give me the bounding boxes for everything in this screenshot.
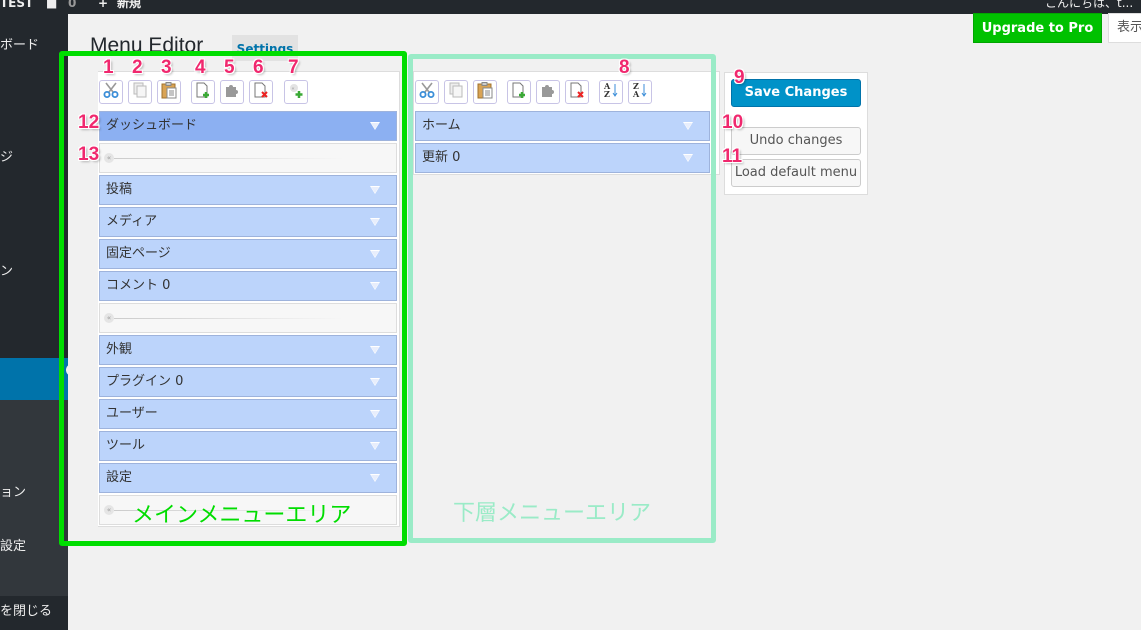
annotation-10: 10 xyxy=(722,112,744,133)
admin-bar: TEST ■ 0 + 新規 こんにちは、t... xyxy=(0,0,1141,14)
upgrade-to-pro-button[interactable]: Upgrade to Pro xyxy=(973,13,1102,43)
undo-changes-button[interactable]: Undo changes xyxy=(731,127,861,155)
load-default-menu-button[interactable]: Load default menu xyxy=(731,159,861,187)
site-name-link[interactable]: TEST xyxy=(0,0,33,11)
admin-sidebar: ボード ジ ン ョン 設定 を閉じる xyxy=(0,14,68,630)
greeting-link[interactable]: こんにちは、t... xyxy=(1045,0,1133,11)
new-link[interactable]: 新規 xyxy=(117,0,141,11)
sidebar-item-label: ジ xyxy=(0,150,14,165)
sidebar-item-label: を閉じる xyxy=(0,604,53,619)
annotation-6: 6 xyxy=(253,57,264,78)
new-icon[interactable]: + xyxy=(98,0,108,11)
sub-area-label: 下層メニューエリア xyxy=(453,501,652,526)
annotation-9: 9 xyxy=(734,67,745,88)
annotation-3: 3 xyxy=(161,57,172,78)
annotation-7: 7 xyxy=(288,57,299,78)
annotation-12: 12 xyxy=(78,112,100,133)
sidebar-item-label: ョン xyxy=(0,485,27,500)
sidebar-item-label: ボード xyxy=(0,38,40,53)
comments-count[interactable]: 0 xyxy=(68,0,76,11)
save-changes-button[interactable]: Save Changes xyxy=(731,79,861,107)
submenu-area-highlight xyxy=(408,54,716,543)
sidebar-item-label: ン xyxy=(0,264,14,279)
annotation-1: 1 xyxy=(103,57,114,78)
annotation-8: 8 xyxy=(619,57,630,78)
sidebar-active-item[interactable] xyxy=(0,358,68,400)
annotation-4: 4 xyxy=(195,57,206,78)
annotation-11: 11 xyxy=(722,146,743,167)
screen-options-button[interactable]: 表示 xyxy=(1108,13,1141,43)
main-menu-area-highlight xyxy=(59,51,407,546)
annotation-5: 5 xyxy=(224,57,235,78)
annotation-2: 2 xyxy=(132,57,143,78)
annotation-13: 13 xyxy=(78,144,100,165)
comments-icon[interactable]: ■ xyxy=(46,0,57,11)
main-area-label: メインメニューエリア xyxy=(132,503,352,528)
sidebar-item-label: 設定 xyxy=(0,539,27,554)
